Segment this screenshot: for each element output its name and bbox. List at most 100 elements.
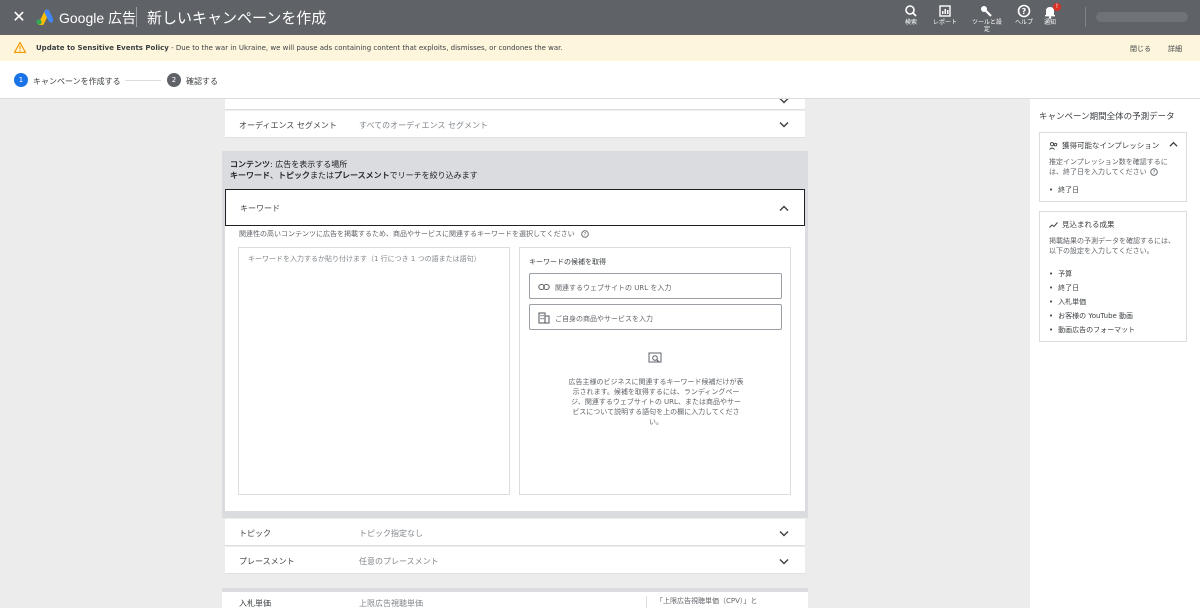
chevron-up-icon bbox=[779, 205, 789, 211]
results-title: 見込まれる成果 bbox=[1049, 219, 1115, 230]
tool-notifications[interactable]: ! 通知 bbox=[1033, 3, 1067, 26]
campaign-stepper: 1 キャンペーンを作成する 2 確認する bbox=[0, 61, 1200, 99]
tool-report-label: レポート bbox=[932, 19, 957, 26]
chevron-down-icon bbox=[779, 99, 789, 104]
page-title: 新しいキャンペーンを作成 bbox=[147, 9, 327, 27]
link-icon bbox=[538, 283, 550, 291]
search-icon bbox=[905, 5, 917, 17]
banner-title: Update to Sensitive Events Policy bbox=[36, 44, 169, 52]
step-1-number: 1 bbox=[14, 73, 28, 87]
placement-value: 任意のプレースメント bbox=[359, 557, 439, 566]
svg-text:?: ? bbox=[1152, 170, 1155, 176]
search-document-icon bbox=[648, 352, 662, 363]
brand-name: Google 広告 bbox=[59, 10, 137, 26]
tool-search-label: 検索 bbox=[904, 19, 917, 26]
chevron-up-icon[interactable] bbox=[1169, 141, 1178, 147]
top-bar: ✕ Google 広告 新しいキャンペーンを作成 検索 レポート ツールと設定 … bbox=[0, 0, 1200, 35]
content-sub-rest: でリーチを絞り込みます bbox=[389, 171, 478, 180]
keyword-panel: キーワード 関連性の高いコンテンツに広告を掲載するため、商品やサービスに関連する… bbox=[225, 189, 805, 511]
banner-close-button[interactable]: 閉じる bbox=[1130, 44, 1151, 54]
results-description: 掲載結果の予測データを確認するには、以下の設定を入力してください。 bbox=[1049, 237, 1175, 255]
google-ads-logo-icon bbox=[36, 9, 53, 25]
keyword-header[interactable]: キーワード bbox=[225, 189, 805, 226]
audience-segment-value: すべてのオーディエンス セグメント bbox=[359, 121, 488, 130]
product-service-input[interactable]: ご自身の商品やサービスを入力 bbox=[529, 304, 782, 330]
account-switcher[interactable] bbox=[1085, 7, 1195, 27]
results-title-text: 見込まれる成果 bbox=[1062, 220, 1115, 229]
step-2-label[interactable]: 確認する bbox=[186, 76, 218, 87]
tool-search[interactable]: 検索 bbox=[894, 4, 928, 26]
content-heading: コンテンツ: 広告を表示する場所 キーワード、トピックまたはプレースメントでリー… bbox=[230, 159, 478, 181]
building-icon bbox=[538, 312, 550, 324]
audience-segment-row[interactable]: オーディエンス セグメント すべてのオーディエンス セグメント bbox=[225, 111, 805, 138]
chevron-down-icon bbox=[779, 531, 789, 537]
content-sub-or: または bbox=[310, 171, 334, 180]
bidding-value: 上限広告視聴単価 bbox=[359, 599, 423, 608]
header-divider bbox=[136, 7, 137, 27]
results-card: 見込まれる成果 掲載結果の予測データを確認するには、以下の設定を入力してください… bbox=[1039, 211, 1187, 342]
impressions-description: 推定インプレッション数を確認するには、終了日を入力してください? bbox=[1049, 157, 1181, 177]
content-sub-sep: 、 bbox=[270, 171, 278, 180]
list-item: 動画広告のフォーマット bbox=[1049, 323, 1181, 337]
step-2-number: 2 bbox=[167, 73, 181, 87]
banner-details-link[interactable]: 詳細 bbox=[1168, 44, 1182, 54]
results-requirements: 予算 終了日 入札単価 お客様の YouTube 動画 動画広告のフォーマット bbox=[1049, 267, 1181, 337]
content-section: コンテンツ: 広告を表示する場所 キーワード、トピックまたはプレースメントでリー… bbox=[222, 151, 808, 518]
topic-label: トピック bbox=[239, 529, 271, 538]
impressions-title-text: 獲得可能なインプレッション bbox=[1062, 141, 1160, 150]
placement-label: プレースメント bbox=[239, 557, 295, 566]
keyword-description-text: 関連性の高いコンテンツに広告を掲載するため、商品やサービスに関連するキーワードを… bbox=[239, 230, 575, 238]
website-url-input[interactable]: 関連するウェブサイトの URL を入力 bbox=[529, 273, 782, 299]
wrench-icon bbox=[981, 6, 992, 17]
report-icon bbox=[939, 5, 951, 17]
topic-row[interactable]: トピック トピック指定なし bbox=[225, 519, 805, 546]
content-title-bold: コンテンツ bbox=[230, 160, 270, 169]
product-service-placeholder: ご自身の商品やサービスを入力 bbox=[555, 315, 653, 323]
people-icon bbox=[1049, 142, 1058, 150]
keyword-suggestions-empty-text: 広告主様のビジネスに関連するキーワード候補だけが表示されます。候補を取得するには… bbox=[568, 378, 744, 426]
help-icon[interactable]: ? bbox=[581, 230, 589, 238]
trend-icon bbox=[1049, 222, 1058, 228]
help-icon[interactable]: ? bbox=[1149, 168, 1158, 176]
keyword-suggestions-title: キーワードの候補を取得 bbox=[529, 258, 606, 266]
tool-settings[interactable]: ツールと設定 bbox=[970, 4, 1004, 33]
list-item: お客様の YouTube 動画 bbox=[1049, 309, 1181, 323]
bell-icon bbox=[1045, 7, 1055, 19]
impressions-card: 獲得可能なインプレッション 推定インプレッション数を確認するには、終了日を入力し… bbox=[1039, 132, 1187, 202]
keyword-description: 関連性の高いコンテンツに広告を掲載するため、商品やサービスに関連するキーワードを… bbox=[239, 229, 589, 239]
svg-text:?: ? bbox=[1022, 7, 1027, 16]
chevron-down-icon bbox=[779, 122, 789, 128]
tool-settings-label: ツールと設定 bbox=[971, 19, 1002, 33]
warning-icon bbox=[14, 42, 26, 53]
placement-row[interactable]: プレースメント 任意のプレースメント bbox=[225, 547, 805, 574]
account-name-redacted bbox=[1096, 12, 1188, 22]
bidding-label: 入札単価 bbox=[239, 599, 271, 608]
keyword-label: キーワード bbox=[240, 204, 280, 213]
step-1-label[interactable]: キャンペーンを作成する bbox=[33, 76, 121, 87]
close-icon[interactable]: ✕ bbox=[10, 8, 28, 26]
content-subtitle: キーワード、トピックまたはプレースメントでリーチを絞り込みます bbox=[230, 170, 478, 181]
tool-help-label: ヘルプ bbox=[1014, 19, 1033, 26]
notification-badge: ! bbox=[1053, 3, 1061, 11]
impressions-requirements: 終了日 bbox=[1049, 183, 1181, 197]
tool-notifications-label: 通知 bbox=[1043, 19, 1056, 26]
tool-report[interactable]: レポート bbox=[928, 4, 962, 26]
svg-text:?: ? bbox=[584, 232, 587, 238]
website-url-placeholder: 関連するウェブサイトの URL を入力 bbox=[555, 284, 672, 292]
keyword-suggestions-box: キーワードの候補を取得 関連するウェブサイトの URL を入力 ご自身の商品やサ… bbox=[519, 247, 791, 495]
impressions-title: 獲得可能なインプレッション bbox=[1049, 140, 1159, 151]
list-item: 終了日 bbox=[1049, 281, 1181, 295]
scrolled-row[interactable] bbox=[225, 99, 805, 110]
list-item: 終了日 bbox=[1049, 183, 1181, 197]
content-sub-topic: トピック bbox=[278, 171, 310, 180]
content-title: コンテンツ: 広告を表示する場所 bbox=[230, 159, 478, 170]
keyword-input[interactable]: キーワードを入力するか貼り付けます（1 行につき 1 つの語または語句） bbox=[238, 247, 510, 495]
forecast-title: キャンペーン期間全体の予測データ bbox=[1039, 112, 1175, 122]
banner-text: - Due to the war in Ukraine, we will pau… bbox=[168, 44, 563, 52]
policy-banner: Update to Sensitive Events Policy - Due … bbox=[0, 35, 1200, 61]
topic-value: トピック指定なし bbox=[359, 529, 423, 538]
forecast-panel: キャンペーン期間全体の予測データ 獲得可能なインプレッション 推定インプレッショ… bbox=[1030, 99, 1200, 608]
banner-message: Update to Sensitive Events Policy - Due … bbox=[36, 44, 563, 52]
step-connector bbox=[125, 80, 161, 81]
bidding-card: 入札単価 上限広告視聴単価 「上限広告視聴単価（CPV）」と bbox=[222, 588, 808, 608]
